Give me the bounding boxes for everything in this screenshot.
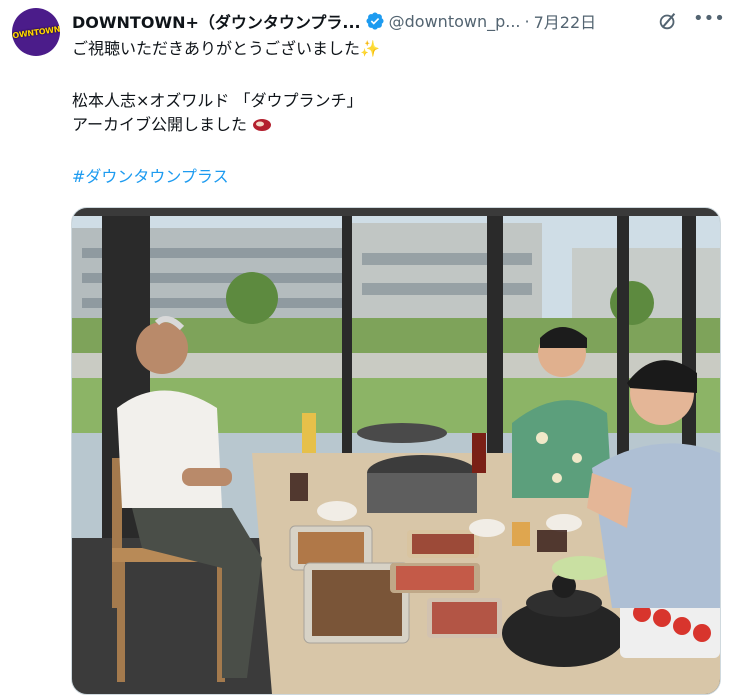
tweet-line-1: ご視聴いただきありがとうございました✨: [72, 37, 712, 61]
post-date[interactable]: 7月22日: [534, 9, 597, 33]
photo-illustration: [72, 208, 720, 694]
media-photo[interactable]: [71, 207, 721, 695]
hashtag-line: #ダウンタウンプラス: [72, 165, 712, 189]
grok-icon[interactable]: [657, 10, 679, 32]
tweet-line-3: アーカイブ公開しました: [72, 113, 712, 137]
display-name[interactable]: DOWNTOWN+（ダウンタウンプラ...: [72, 9, 361, 33]
tweet-line-3-text: アーカイブ公開しました: [72, 115, 248, 134]
sparkles-icon: ✨: [360, 39, 380, 58]
more-icon[interactable]: •••: [693, 10, 725, 32]
tweet-line-1-text: ご視聴いただきありがとうございました: [72, 39, 361, 58]
handle[interactable]: @downtown_p...: [389, 12, 521, 31]
meat-icon: [253, 119, 272, 131]
tweet-header: DOWNTOWN+（ダウンタウンプラ... @downtown_p... · 7…: [72, 9, 725, 33]
hashtag-link[interactable]: #ダウンタウンプラス: [72, 167, 229, 186]
separator-dot: ·: [524, 11, 530, 31]
verified-badge-icon: [366, 12, 384, 30]
tweet-line-2: 松本人志×オズワルド 「ダウプランチ」: [72, 91, 363, 110]
avatar[interactable]: DOWNTOWN+: [12, 8, 60, 56]
tweet-text: ご視聴いただきありがとうございました✨ 松本人志×オズワルド 「ダウプランチ」 …: [72, 37, 712, 189]
avatar-logo-text: DOWNTOWN+: [12, 23, 60, 41]
